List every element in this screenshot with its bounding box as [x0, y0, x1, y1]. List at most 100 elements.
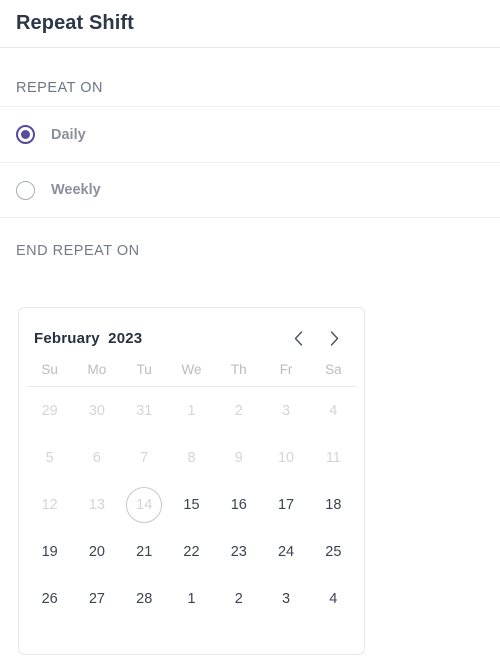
calendar-day-cell[interactable]: 23 — [215, 528, 262, 575]
calendar-day-label: 30 — [88, 402, 105, 419]
calendar-day-cell: 12 — [26, 481, 73, 528]
end-repeat-on-section-label: END REPEAT ON — [16, 243, 140, 259]
calendar-day-cell[interactable]: 26 — [26, 575, 73, 622]
weekday-label: Sa — [325, 362, 342, 377]
calendar-day-label: 26 — [41, 590, 58, 607]
calendar-day-cell[interactable]: 18 — [310, 481, 357, 528]
radio-daily-dot — [21, 130, 30, 139]
radio-option-daily[interactable]: Daily — [0, 106, 500, 162]
calendar-week-row: 19 20 21 22 23 24 25 — [26, 528, 357, 575]
calendar-day-label: 2 — [234, 590, 243, 607]
calendar-day-cell[interactable]: 24 — [262, 528, 309, 575]
page-header: Repeat Shift — [0, 0, 500, 48]
calendar-day-cell[interactable]: 16 — [215, 481, 262, 528]
calendar-day-cell[interactable]: 27 — [73, 575, 120, 622]
calendar-day-label: 27 — [88, 590, 105, 607]
weekday-label: Fr — [279, 362, 293, 377]
calendar-day-label: 16 — [230, 496, 247, 513]
calendar-day-cell[interactable]: 21 — [121, 528, 168, 575]
radio-daily-icon[interactable] — [16, 125, 35, 144]
calendar-day-cell: 2 — [215, 387, 262, 434]
weekday-label: Th — [230, 362, 247, 377]
calendar-day-cell[interactable]: 20 — [73, 528, 120, 575]
calendar-day-label: 21 — [136, 543, 153, 560]
calendar-day-cell[interactable]: 17 — [262, 481, 309, 528]
calendar-day-label: 9 — [234, 449, 243, 466]
calendar-day-label: 3 — [282, 402, 291, 419]
radio-daily-label: Daily — [51, 126, 86, 143]
calendar-day-cell[interactable]: 19 — [26, 528, 73, 575]
calendar-week-row: 29 30 31 1 2 3 4 — [26, 387, 357, 434]
calendar-day-label: 19 — [41, 543, 58, 560]
calendar-day-label: 4 — [329, 590, 338, 607]
calendar-day-cell: 1 — [168, 387, 215, 434]
calendar-day-label: 4 — [329, 402, 338, 419]
calendar-day-cell: 5 — [26, 434, 73, 481]
today-marker: 14 — [126, 486, 163, 523]
calendar-day-label: 13 — [88, 496, 105, 513]
next-month-button[interactable] — [326, 328, 342, 348]
calendar-day-cell: 13 — [73, 481, 120, 528]
weekday-label: Tu — [136, 362, 152, 377]
calendar-day-label: 18 — [325, 496, 342, 513]
radio-weekly-label: Weekly — [51, 182, 101, 198]
weekday-label: Mo — [87, 362, 107, 377]
calendar-weekday-header: Su Mo Tu We Th Fr Sa — [19, 348, 364, 386]
date-picker-calendar: February 2023 Su Mo Tu We Th Fr Sa 29 30… — [18, 307, 365, 655]
calendar-day-cell[interactable]: 25 — [310, 528, 357, 575]
calendar-day-cell[interactable]: 28 — [121, 575, 168, 622]
calendar-day-label: 8 — [187, 449, 196, 466]
calendar-day-label: 12 — [41, 496, 58, 513]
calendar-month-year: February 2023 — [34, 329, 143, 347]
calendar-day-cell[interactable]: 1 — [168, 575, 215, 622]
calendar-day-label: 10 — [277, 449, 295, 466]
calendar-day-cell[interactable]: 22 — [168, 528, 215, 575]
weekday-label: We — [181, 362, 202, 377]
calendar-header: February 2023 — [19, 308, 364, 348]
prev-month-button[interactable] — [290, 328, 306, 348]
repeat-on-section-label: REPEAT ON — [16, 80, 103, 96]
radio-weekly-icon[interactable] — [16, 180, 35, 200]
calendar-day-cell[interactable]: 3 — [262, 575, 309, 622]
calendar-day-cell: 4 — [310, 387, 357, 434]
calendar-week-row: 26 27 28 1 2 3 4 — [26, 575, 357, 622]
calendar-day-label: 22 — [183, 543, 200, 560]
calendar-day-label: 17 — [277, 496, 295, 513]
calendar-day-cell: 11 — [310, 434, 357, 481]
chevron-right-icon — [330, 330, 339, 346]
calendar-day-label: 6 — [92, 449, 101, 466]
calendar-day-cell: 29 — [26, 387, 73, 434]
weekday-label: Su — [41, 362, 58, 377]
calendar-day-cell[interactable]: 2 — [215, 575, 262, 622]
calendar-day-cell: 30 — [73, 387, 120, 434]
page-title: Repeat Shift — [16, 12, 134, 34]
calendar-day-label: 7 — [140, 449, 149, 466]
calendar-day-label: 23 — [230, 543, 247, 560]
calendar-day-cell: 8 — [168, 434, 215, 481]
calendar-day-label: 25 — [325, 543, 342, 560]
calendar-day-label: 24 — [277, 543, 295, 560]
calendar-grid: 29 30 31 1 2 3 4 5 6 7 8 9 10 11 12 13 14 15 16 17 18 19 20 21 2… — [19, 387, 364, 622]
calendar-day-label: 1 — [187, 402, 196, 419]
calendar-day-cell: 3 — [262, 387, 309, 434]
calendar-day-label: 29 — [41, 402, 58, 419]
calendar-day-label: 1 — [187, 590, 196, 607]
calendar-week-row: 12 13 14 15 16 17 18 — [26, 481, 357, 528]
repeat-shift-screen: Repeat Shift REPEAT ON Daily Weekly END … — [0, 0, 500, 667]
calendar-week-row: 5 6 7 8 9 10 11 — [26, 434, 357, 481]
calendar-day-cell: 14 — [121, 481, 168, 528]
calendar-day-cell: 10 — [262, 434, 309, 481]
calendar-day-label: 5 — [45, 449, 54, 466]
calendar-nav — [290, 328, 342, 348]
calendar-day-cell: 9 — [215, 434, 262, 481]
calendar-day-label: 11 — [325, 449, 341, 466]
calendar-day-label: 20 — [88, 543, 105, 560]
calendar-day-cell[interactable]: 15 — [168, 481, 215, 528]
radio-option-weekly[interactable]: Weekly — [0, 162, 500, 218]
calendar-day-label: 15 — [183, 496, 200, 513]
calendar-day-label: 2 — [234, 402, 243, 419]
chevron-left-icon — [294, 330, 303, 346]
calendar-day-cell: 7 — [121, 434, 168, 481]
calendar-day-label: 3 — [282, 590, 291, 607]
calendar-day-cell[interactable]: 4 — [310, 575, 357, 622]
